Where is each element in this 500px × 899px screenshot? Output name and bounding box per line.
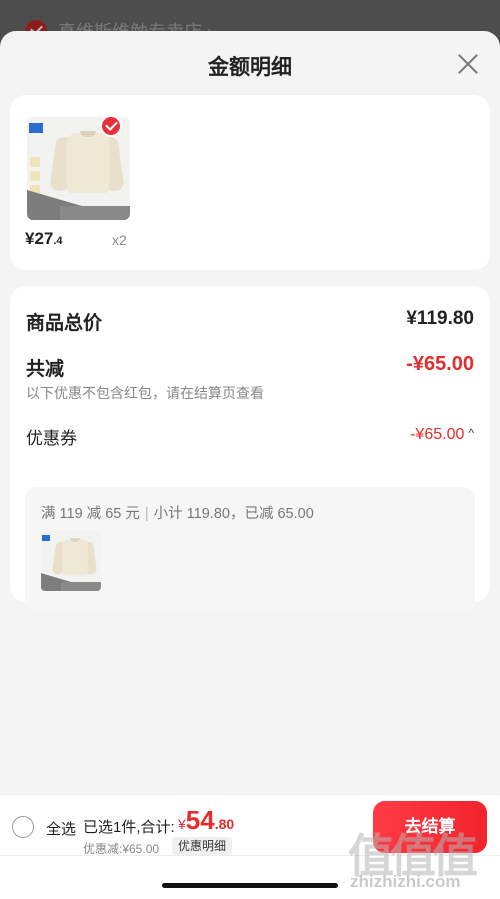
home-indicator[interactable]	[162, 883, 338, 888]
close-icon[interactable]	[455, 51, 481, 77]
total-reduce-label: 共减	[26, 359, 65, 380]
product-quantity: x2	[112, 232, 127, 248]
selected-check-icon[interactable]	[100, 115, 122, 137]
coupon-detail-box: 满 119 减 65 元 | 小计 119.80，已减 65.00	[25, 487, 475, 612]
discount-detail-button[interactable]: 优惠明细	[172, 837, 233, 855]
coupon-label: 优惠券	[26, 429, 77, 448]
sweater-image	[49, 129, 125, 195]
amount-detail-sheet: 金额明细 ¥27.4 x2 商品总价 ¥119.80 共减 -¥65.00 以下…	[0, 31, 500, 899]
total-amount: ¥54.80	[178, 805, 235, 835]
coupon-rule: 满 119 减 65 元 | 小计 119.80，已减 65.00	[41, 506, 314, 522]
total-price-value: ¥119.80	[406, 308, 474, 329]
watermark-text: zhizhizhi.com	[350, 872, 461, 891]
discount-hint: 以下优惠不包含红包，请在结算页查看	[26, 385, 264, 401]
total-price-label: 商品总价	[26, 313, 103, 334]
coupon-toggle[interactable]: -¥65.00 ^	[410, 426, 474, 444]
coupon-value: -¥65.00	[410, 426, 465, 443]
selected-info: 已选1件,合计:	[83, 819, 175, 836]
chevron-up-icon: ^	[468, 426, 474, 440]
coupon-product-thumbnail	[41, 531, 101, 591]
select-all-label[interactable]: 全选	[46, 818, 76, 839]
select-all-radio[interactable]	[12, 816, 34, 838]
product-price: ¥27.4	[25, 229, 63, 248]
product-card: ¥27.4 x2	[10, 95, 490, 270]
brand-tag-icon	[29, 123, 43, 133]
sheet-title: 金额明细	[208, 56, 292, 79]
total-reduce-value: -¥65.00	[406, 353, 474, 375]
swatch-icon	[30, 157, 40, 167]
summary-card: 商品总价 ¥119.80 共减 -¥65.00 以下优惠不包含红包，请在结算页查…	[10, 286, 490, 612]
swatch-icon	[30, 171, 40, 181]
